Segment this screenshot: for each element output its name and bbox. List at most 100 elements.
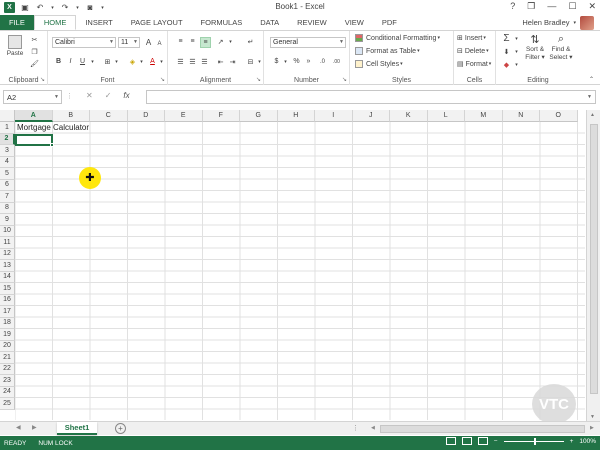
fill-color-dropdown-icon[interactable]: ▾: [137, 57, 146, 66]
close-button[interactable]: ✕: [588, 1, 596, 12]
row-header-8[interactable]: 8: [0, 202, 15, 214]
save-icon[interactable]: ▣: [20, 3, 30, 13]
horizontal-scroll-thumb[interactable]: [380, 425, 585, 433]
sort-filter-button[interactable]: ⇅ Sort & Filter ▾: [522, 33, 548, 61]
column-header-e[interactable]: E: [165, 110, 203, 122]
merge-dropdown-icon[interactable]: ▾: [255, 57, 264, 66]
shrink-font-button[interactable]: A: [155, 39, 164, 48]
number-format-select[interactable]: General ▼: [270, 37, 346, 48]
tab-insert[interactable]: INSERT: [76, 15, 121, 30]
column-header-j[interactable]: J: [352, 110, 390, 122]
scroll-right-icon[interactable]: ▶: [590, 425, 594, 431]
top-align-icon[interactable]: ≡: [176, 37, 185, 46]
tab-page-layout[interactable]: PAGE LAYOUT: [122, 15, 192, 30]
copy-icon[interactable]: ❐: [30, 47, 39, 56]
row-header-20[interactable]: 20: [0, 340, 15, 352]
italic-button[interactable]: I: [66, 57, 75, 66]
middle-align-icon[interactable]: ≡: [188, 37, 197, 46]
minimize-button[interactable]: —: [547, 1, 556, 12]
vertical-scroll-thumb[interactable]: [590, 124, 598, 394]
tab-file[interactable]: FILE: [0, 15, 34, 30]
conditional-formatting-button[interactable]: Conditional Formatting ▾: [355, 34, 440, 42]
bold-button[interactable]: B: [54, 57, 63, 66]
scroll-left-icon[interactable]: ◀: [371, 425, 375, 431]
fill-icon[interactable]: ⬇: [502, 47, 511, 56]
font-launcher-icon[interactable]: ↘: [160, 76, 165, 83]
maximize-button[interactable]: ☐: [568, 1, 576, 12]
tab-pdf[interactable]: PDF: [373, 15, 406, 30]
find-select-button[interactable]: ⌕ Find & Select ▾: [548, 33, 574, 61]
customize-qat-icon[interactable]: ▾: [100, 3, 105, 13]
format-cells-button[interactable]: ▤ Format ▾: [457, 60, 491, 69]
row-header-12[interactable]: 12: [0, 248, 15, 260]
align-center-icon[interactable]: ☰: [188, 57, 197, 66]
column-header-c[interactable]: C: [90, 110, 128, 122]
cell-a1[interactable]: Mortgage Calculator: [17, 123, 89, 132]
normal-view-icon[interactable]: [445, 437, 456, 445]
row-header-17[interactable]: 17: [0, 306, 15, 318]
format-painter-icon[interactable]: 🖌: [30, 59, 39, 68]
increase-decimal-button[interactable]: .0: [318, 57, 327, 66]
align-right-icon[interactable]: ☰: [200, 57, 209, 66]
row-header-16[interactable]: 16: [0, 294, 15, 306]
column-header-l[interactable]: L: [427, 110, 465, 122]
row-header-25[interactable]: 25: [0, 398, 15, 410]
enter-icon[interactable]: ✓: [105, 91, 112, 100]
camera-icon[interactable]: ◙: [85, 3, 95, 13]
merge-center-icon[interactable]: ⊟: [246, 57, 255, 66]
currency-dropdown-icon[interactable]: ▾: [281, 57, 290, 66]
fill-color-icon[interactable]: ◈: [128, 57, 137, 66]
select-all-button[interactable]: [0, 110, 15, 122]
column-header-h[interactable]: H: [277, 110, 315, 122]
clear-icon[interactable]: ◆: [502, 60, 511, 69]
align-left-icon[interactable]: ☰: [176, 57, 185, 66]
column-header-m[interactable]: M: [465, 110, 503, 122]
collapse-ribbon-icon[interactable]: ⌃: [587, 75, 596, 84]
wrap-text-icon[interactable]: ↵: [246, 37, 255, 46]
tab-review[interactable]: REVIEW: [288, 15, 336, 30]
autosum-dropdown-icon[interactable]: ▾: [512, 34, 521, 43]
cell-area[interactable]: [15, 122, 585, 420]
autosum-button[interactable]: Σ: [502, 33, 511, 44]
decrease-indent-icon[interactable]: ⇤: [216, 57, 225, 66]
number-launcher-icon[interactable]: ↘: [342, 76, 347, 83]
column-header-g[interactable]: G: [240, 110, 278, 122]
currency-button[interactable]: $: [272, 57, 281, 66]
row-header-19[interactable]: 19: [0, 329, 15, 341]
page-layout-view-icon[interactable]: [461, 437, 472, 445]
active-cell-a2[interactable]: [15, 134, 54, 147]
name-box[interactable]: A2 ▼: [3, 90, 62, 104]
column-header-f[interactable]: F: [202, 110, 240, 122]
undo-icon[interactable]: ↶: [35, 3, 45, 13]
column-header-a[interactable]: A: [15, 110, 53, 122]
row-header-21[interactable]: 21: [0, 352, 15, 364]
fill-handle[interactable]: [50, 143, 54, 147]
alignment-launcher-icon[interactable]: ↘: [256, 76, 261, 83]
row-header-5[interactable]: 5: [0, 168, 15, 180]
page-break-view-icon[interactable]: [477, 437, 488, 445]
cut-icon[interactable]: ✂: [30, 35, 39, 44]
paste-button[interactable]: Paste: [6, 35, 24, 57]
sheet-tab-sheet1[interactable]: Sheet1: [57, 422, 97, 435]
column-header-k[interactable]: K: [390, 110, 428, 122]
row-header-14[interactable]: 14: [0, 271, 15, 283]
decrease-decimal-button[interactable]: .00: [332, 57, 341, 66]
insert-cells-button[interactable]: ⊞ Insert ▾: [457, 34, 486, 43]
row-header-24[interactable]: 24: [0, 386, 15, 398]
row-header-4[interactable]: 4: [0, 156, 15, 168]
redo-icon[interactable]: ↷: [60, 3, 70, 13]
vertical-scrollbar[interactable]: ▲ ▼: [586, 110, 600, 422]
zoom-slider-knob[interactable]: [533, 437, 536, 445]
zoom-in-button[interactable]: +: [570, 438, 574, 445]
scroll-up-icon[interactable]: ▲: [590, 112, 595, 118]
borders-dropdown-icon[interactable]: ▾: [112, 57, 121, 66]
zoom-level[interactable]: 100%: [579, 438, 596, 445]
orientation-icon[interactable]: ↗: [216, 37, 225, 46]
row-header-11[interactable]: 11: [0, 237, 15, 249]
delete-cells-button[interactable]: ⊟ Delete ▾: [457, 47, 489, 56]
row-header-13[interactable]: 13: [0, 260, 15, 272]
orientation-dropdown-icon[interactable]: ▾: [226, 37, 235, 46]
font-color-button[interactable]: A: [148, 57, 157, 66]
grow-font-button[interactable]: A: [144, 38, 153, 47]
tab-formulas[interactable]: FORMULAS: [192, 15, 252, 30]
